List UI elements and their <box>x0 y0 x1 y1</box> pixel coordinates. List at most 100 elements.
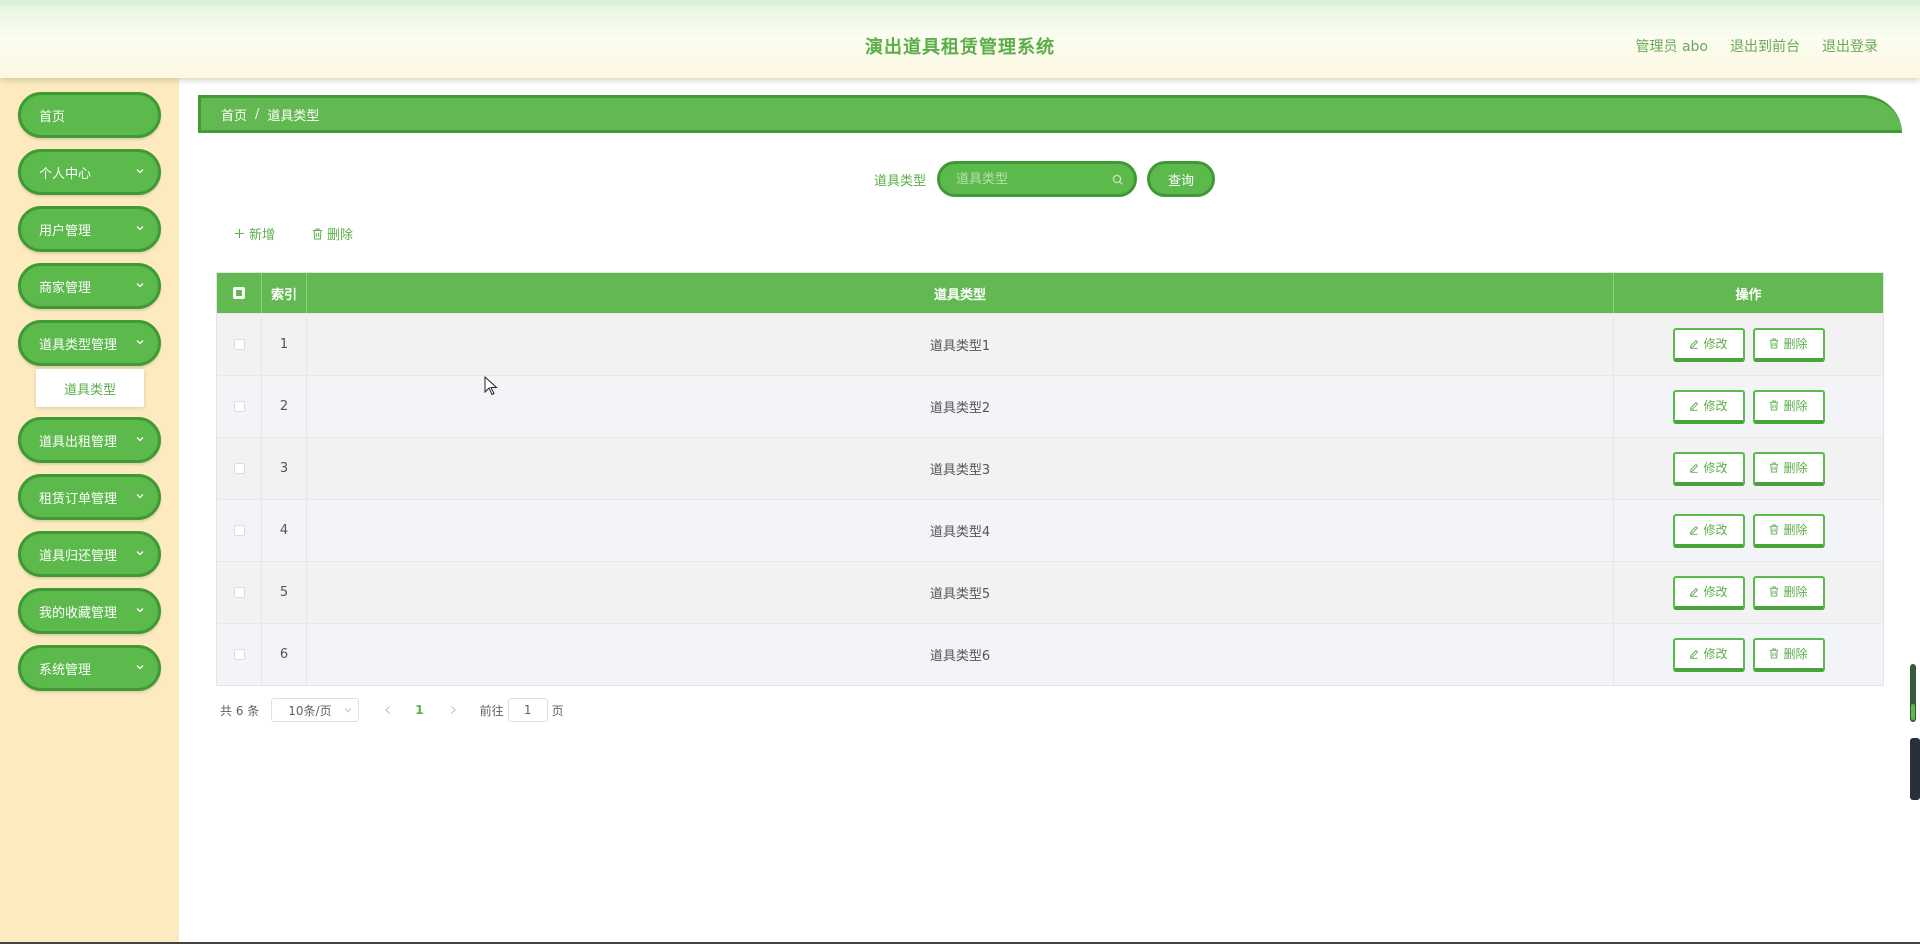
logout-link[interactable]: 退出登录 <box>1822 36 1878 56</box>
edit-button[interactable]: 修改 <box>1672 575 1745 610</box>
delete-label: 删除 <box>1783 647 1808 661</box>
prev-page-icon[interactable] <box>381 703 395 717</box>
row-index: 3 <box>262 438 307 499</box>
sidebar-item-label: 个人中心 <box>39 166 92 182</box>
table-row: 1 道具类型1 修改 删除 <box>217 313 1883 375</box>
delete-button[interactable]: 删除 <box>1752 389 1825 424</box>
delete-button[interactable]: 删除 <box>1752 451 1825 486</box>
row-checkbox[interactable] <box>233 649 245 660</box>
pagination-total: 共 6 条 <box>220 703 260 718</box>
batch-delete-label: 删除 <box>327 228 354 243</box>
sidebar-item-merchant-management[interactable]: 商家管理 <box>18 263 161 309</box>
chevron-down-icon <box>136 551 144 556</box>
delete-label: 删除 <box>1783 461 1808 475</box>
row-checkbox[interactable] <box>233 401 245 412</box>
table-header: 索引 道具类型 操作 <box>217 273 1883 313</box>
sidebar-item-label: 用户管理 <box>39 223 92 239</box>
add-button[interactable]: 新增 <box>234 224 275 243</box>
page-size-select[interactable]: 10条/页 <box>271 698 360 722</box>
chevron-down-icon <box>136 608 144 613</box>
delete-label: 删除 <box>1783 399 1808 413</box>
trash-icon <box>1770 400 1779 411</box>
sidebar-item-prop-rental-management[interactable]: 道具出租管理 <box>18 417 161 463</box>
row-checkbox-cell <box>217 376 262 437</box>
query-button[interactable]: 查询 <box>1147 161 1215 197</box>
sidebar-item-label: 商家管理 <box>39 280 92 296</box>
row-checkbox[interactable] <box>233 463 245 474</box>
search-icon <box>1112 174 1123 185</box>
header-actions: 管理员 abo 退出到前台 退出登录 <box>1636 36 1878 56</box>
sidebar-item-personal-center[interactable]: 个人中心 <box>18 149 161 195</box>
delete-button[interactable]: 删除 <box>1752 637 1825 672</box>
row-type: 道具类型5 <box>307 562 1614 623</box>
app-title: 演出道具租赁管理系统 <box>865 37 1055 58</box>
row-type: 道具类型3 <box>307 438 1614 499</box>
row-index: 5 <box>262 562 307 623</box>
header-type: 道具类型 <box>307 273 1614 313</box>
trash-icon <box>313 228 322 239</box>
select-all-checkbox[interactable] <box>233 287 245 299</box>
edit-button[interactable]: 修改 <box>1672 451 1745 486</box>
edit-label: 修改 <box>1703 585 1728 599</box>
row-checkbox[interactable] <box>233 339 245 350</box>
edit-label: 修改 <box>1703 399 1728 413</box>
prop-type-table: 索引 道具类型 操作 1 道具类型1 修改 删除 2 道具类型2 修改 删除 3… <box>216 272 1884 686</box>
table-row: 5 道具类型5 修改 删除 <box>217 561 1883 623</box>
page-number-current[interactable]: 1 <box>415 703 423 717</box>
chevron-down-icon <box>136 283 144 288</box>
search-input[interactable] <box>954 170 1108 188</box>
sidebar-item-prop-return-management[interactable]: 道具归还管理 <box>18 531 161 577</box>
trash-icon <box>1770 586 1779 597</box>
chevron-down-icon <box>136 437 144 442</box>
sidebar-item-rental-order-management[interactable]: 租赁订单管理 <box>18 474 161 520</box>
trash-icon <box>1770 648 1779 659</box>
batch-delete-button[interactable]: 删除 <box>312 224 353 243</box>
table-row: 6 道具类型6 修改 删除 <box>217 623 1883 685</box>
sidebar-item-favorites-management[interactable]: 我的收藏管理 <box>18 588 161 634</box>
sidebar-subitem-prop-type[interactable]: 道具类型 <box>36 369 144 407</box>
row-ops: 修改 删除 <box>1614 376 1883 437</box>
sidebar-item-label: 道具归还管理 <box>39 548 118 564</box>
sidebar-item-home[interactable]: 首页 <box>18 92 161 138</box>
sidebar-item-user-management[interactable]: 用户管理 <box>18 206 161 252</box>
table-row: 2 道具类型2 修改 删除 <box>217 375 1883 437</box>
row-checkbox[interactable] <box>233 587 245 598</box>
delete-button[interactable]: 删除 <box>1752 575 1825 610</box>
breadcrumb-home[interactable]: 首页 <box>221 105 247 124</box>
row-checkbox[interactable] <box>233 525 245 536</box>
edit-button[interactable]: 修改 <box>1672 513 1745 548</box>
goto-prefix: 前往 <box>479 703 504 718</box>
sidebar-item-system-management[interactable]: 系统管理 <box>18 645 161 691</box>
next-page-icon[interactable] <box>446 703 460 717</box>
goto-page-input[interactable] <box>507 698 548 722</box>
edit-button[interactable]: 修改 <box>1672 327 1745 362</box>
trash-icon <box>1770 462 1779 473</box>
breadcrumb-current: 道具类型 <box>267 108 320 124</box>
sidebar-item-label: 道具类型管理 <box>39 337 118 353</box>
scrollbar-widget[interactable] <box>1910 738 1920 800</box>
edit-button[interactable]: 修改 <box>1672 389 1745 424</box>
mouse-cursor-icon <box>484 376 498 396</box>
trash-icon <box>1770 338 1779 349</box>
delete-button[interactable]: 删除 <box>1752 513 1825 548</box>
row-checkbox-cell <box>217 314 262 375</box>
plus-icon <box>235 229 244 238</box>
exit-to-frontend-link[interactable]: 退出到前台 <box>1730 36 1800 56</box>
scrollbar-thumb[interactable] <box>1910 664 1916 722</box>
table-body: 1 道具类型1 修改 删除 2 道具类型2 修改 删除 3 道具类型3 修改 删… <box>217 313 1883 685</box>
chevron-down-icon <box>136 169 144 174</box>
header-index: 索引 <box>262 273 307 313</box>
goto-suffix: 页 <box>551 703 564 718</box>
chevron-down-icon <box>136 226 144 231</box>
sidebar-item-prop-type-management[interactable]: 道具类型管理 <box>18 320 161 366</box>
edit-label: 修改 <box>1703 337 1728 351</box>
edit-icon <box>1690 463 1699 473</box>
edit-label: 修改 <box>1703 647 1728 661</box>
delete-button[interactable]: 删除 <box>1752 327 1825 362</box>
edit-button[interactable]: 修改 <box>1672 637 1745 672</box>
row-ops: 修改 删除 <box>1614 562 1883 623</box>
search-label: 道具类型 <box>874 174 927 189</box>
edit-icon <box>1690 649 1699 659</box>
edit-icon <box>1690 401 1699 411</box>
admin-user-label: 管理员 abo <box>1635 39 1708 55</box>
